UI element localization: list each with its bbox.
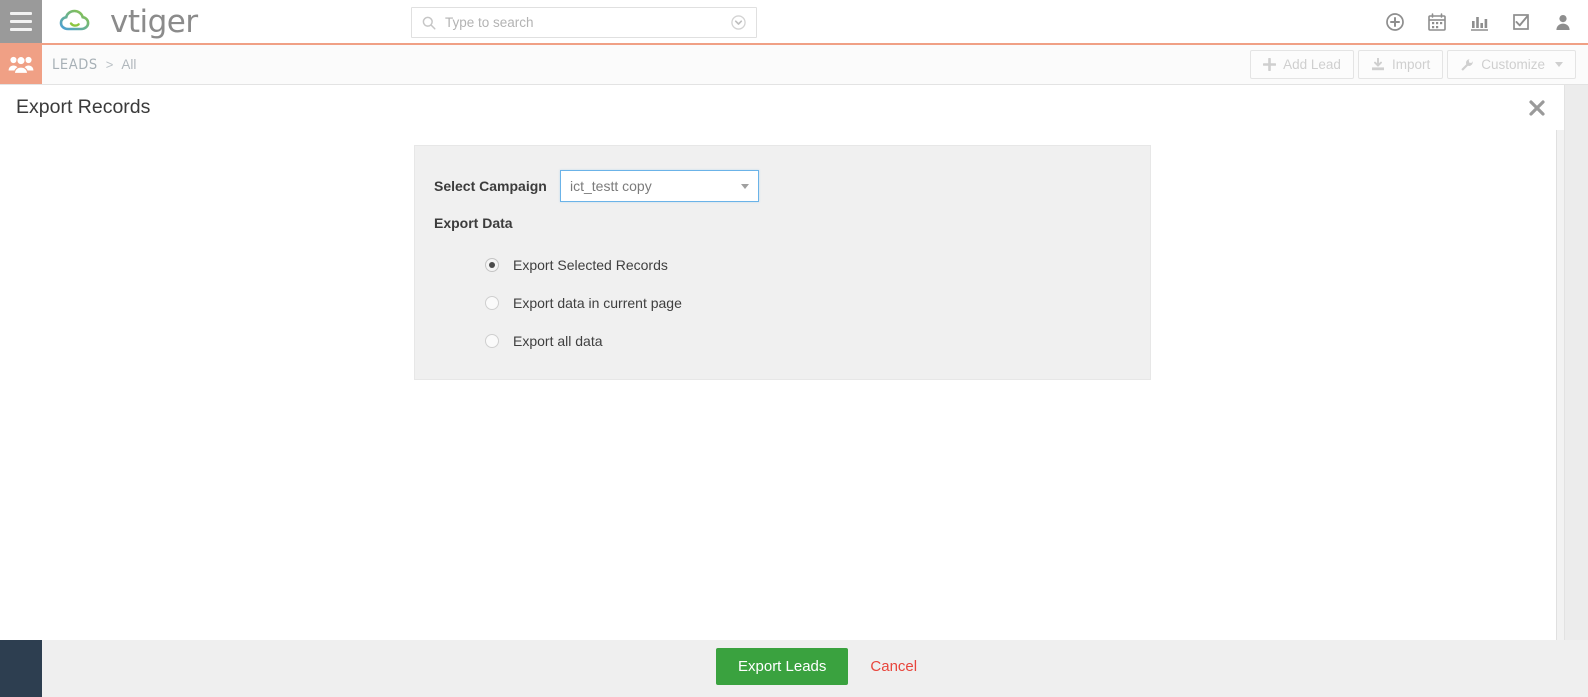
hamburger-bar bbox=[10, 12, 32, 15]
search-input[interactable] bbox=[445, 15, 731, 30]
search-icon bbox=[422, 16, 436, 30]
leads-module-icon bbox=[8, 55, 34, 74]
export-options-panel: Select Campaign ict_testt copy Export Da… bbox=[414, 145, 1151, 380]
content-area: Export Records Select Campaign ict_testt… bbox=[0, 85, 1565, 697]
select-campaign-label: Select Campaign bbox=[434, 178, 547, 194]
vertical-scrollbar[interactable] bbox=[1556, 130, 1564, 697]
calendar-icon[interactable] bbox=[1426, 11, 1448, 33]
hamburger-bar bbox=[10, 20, 32, 23]
add-circle-icon[interactable] bbox=[1384, 11, 1406, 33]
chevron-down-icon bbox=[1555, 62, 1563, 67]
sidebar-footer-block bbox=[0, 640, 42, 697]
brand-name: vtiger bbox=[110, 4, 198, 40]
checkbox-task-icon[interactable] bbox=[1510, 11, 1532, 33]
export-leads-button[interactable]: Export Leads bbox=[716, 648, 849, 685]
breadcrumb-separator: > bbox=[105, 57, 114, 72]
vtiger-cloud-logo-icon bbox=[59, 9, 90, 30]
vtiger-logo[interactable]: vtiger bbox=[42, 0, 198, 43]
bar-chart-icon[interactable] bbox=[1468, 11, 1490, 33]
close-x-icon[interactable] bbox=[1527, 98, 1547, 118]
breadcrumb-actions: Add Lead Import Customize bbox=[1250, 50, 1576, 79]
user-account-icon[interactable] bbox=[1552, 11, 1574, 33]
page-title: Export Records bbox=[16, 96, 151, 118]
radio-label: Export data in current page bbox=[513, 295, 682, 311]
radio-button[interactable] bbox=[485, 334, 499, 348]
import-label: Import bbox=[1391, 57, 1431, 72]
footer-bar: Export Leads Cancel bbox=[0, 640, 1588, 697]
footer-actions: Export Leads Cancel bbox=[716, 648, 917, 685]
radio-export-all-data[interactable]: Export all data bbox=[485, 322, 682, 360]
import-button[interactable]: Import bbox=[1357, 50, 1444, 79]
app-root: vtiger Type to search LEADS > All Add Le… bbox=[0, 0, 1588, 697]
download-import-icon bbox=[1371, 58, 1384, 71]
breadcrumb-bar: LEADS > All Add Lead Import Customize bbox=[0, 45, 1588, 85]
people-group-icon[interactable] bbox=[0, 45, 42, 84]
hamburger-menu-icon[interactable] bbox=[0, 0, 42, 43]
campaign-select[interactable]: ict_testt copy bbox=[560, 170, 759, 202]
add-lead-label: Add Lead bbox=[1283, 57, 1341, 72]
customize-button[interactable]: Customize bbox=[1447, 50, 1576, 79]
global-search bbox=[411, 7, 757, 38]
caret-down-icon bbox=[741, 183, 749, 189]
breadcrumb-module[interactable]: LEADS bbox=[52, 57, 98, 73]
cancel-button[interactable]: Cancel bbox=[870, 658, 917, 675]
campaign-selected-value: ict_testt copy bbox=[570, 178, 652, 194]
breadcrumb: LEADS > All bbox=[42, 57, 136, 73]
breadcrumb-view[interactable]: All bbox=[121, 57, 136, 72]
chevron-down-circle-icon[interactable] bbox=[731, 15, 746, 30]
radio-export-current-page[interactable]: Export data in current page bbox=[485, 284, 682, 322]
top-navigation-bar: vtiger bbox=[0, 0, 1588, 45]
campaign-row: Select Campaign ict_testt copy bbox=[434, 170, 759, 202]
wrench-icon bbox=[1461, 58, 1473, 71]
radio-button[interactable] bbox=[485, 296, 499, 310]
hamburger-bar bbox=[10, 28, 32, 31]
topbar-icon-group bbox=[1384, 0, 1574, 43]
radio-export-selected-records[interactable]: Export Selected Records bbox=[485, 246, 682, 284]
add-lead-button[interactable]: Add Lead bbox=[1250, 50, 1354, 79]
export-data-label: Export Data bbox=[434, 215, 513, 231]
search-box[interactable] bbox=[411, 7, 757, 38]
radio-label: Export all data bbox=[513, 333, 603, 349]
plus-icon bbox=[1263, 58, 1277, 71]
customize-label: Customize bbox=[1481, 57, 1545, 72]
export-data-radio-group: Export Selected Records Export data in c… bbox=[485, 246, 682, 360]
radio-label: Export Selected Records bbox=[513, 257, 668, 273]
radio-button-selected[interactable] bbox=[485, 258, 499, 272]
